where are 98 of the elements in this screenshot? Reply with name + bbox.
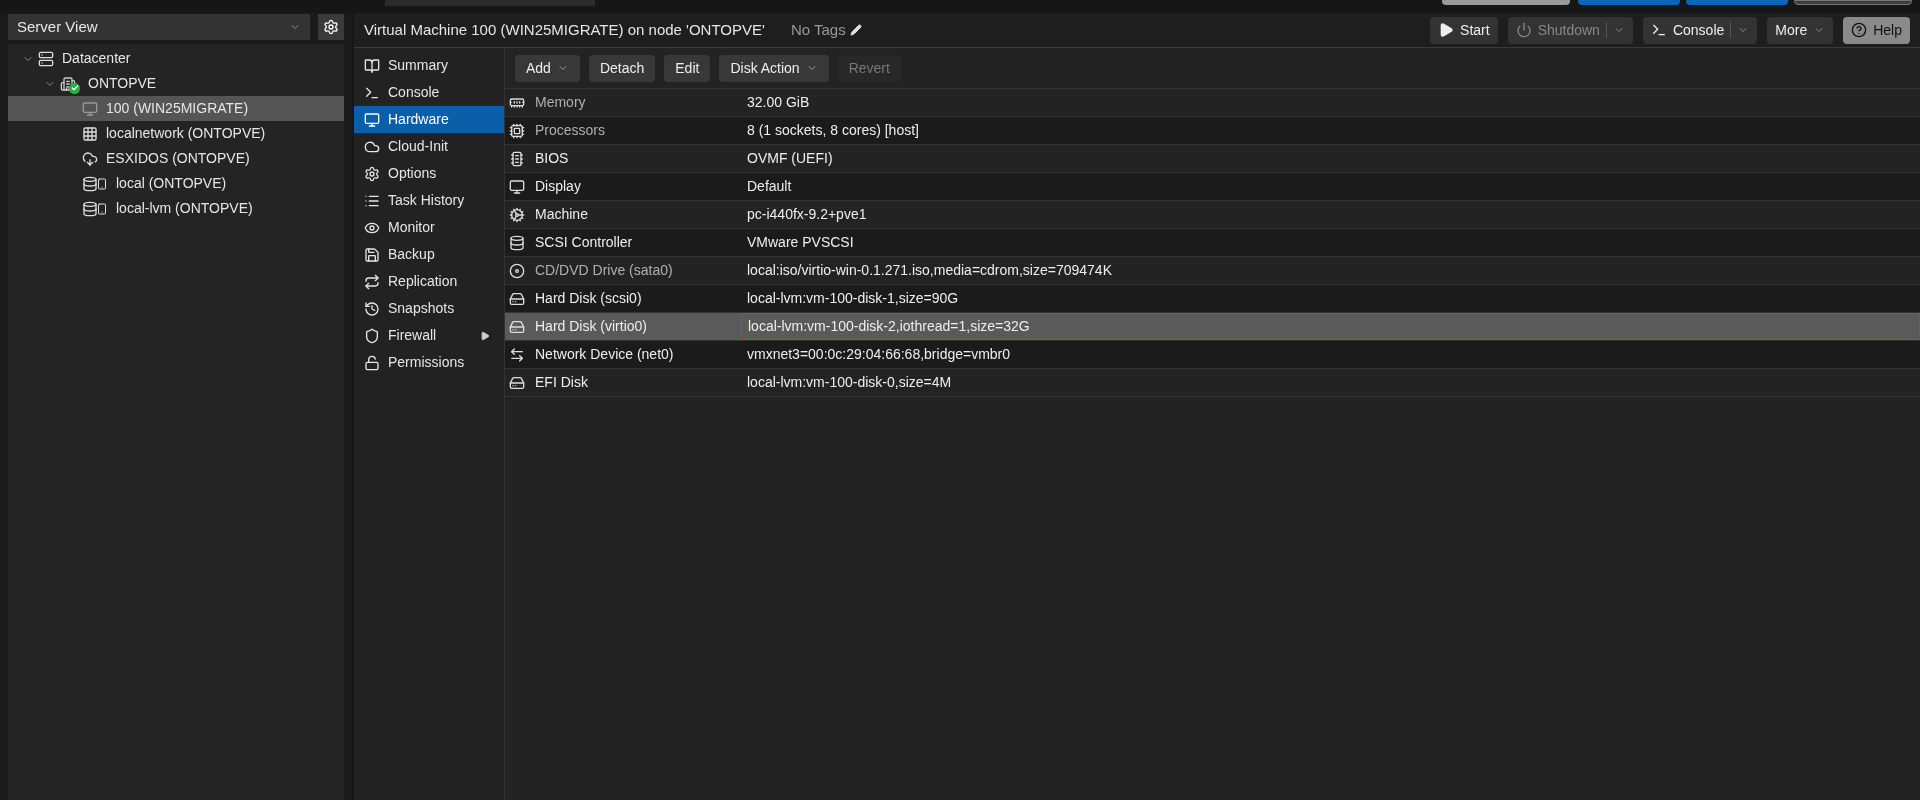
tree-item[interactable]: ONTOPVE [8,71,344,96]
table-cell: local-lvm:vm-100-disk-2,iothread=1,size=32G [741,313,1920,340]
table-cell-text: BIOS [535,149,569,168]
monitor-icon [82,100,98,117]
tree-label: 100 (WIN25MIGRATE) [106,99,249,118]
toolbar-button[interactable]: Edit [664,54,711,82]
toolbar-button[interactable]: Console [1642,16,1758,44]
chip-icon [509,150,525,167]
table-row[interactable]: SCSI Controller VMware PVSCSI [505,229,1920,257]
table-cell-text: Network Device (net0) [535,345,674,364]
nav-item[interactable]: Summary [354,52,504,79]
tree-label: ESXIDOS (ONTOPVE) [106,149,250,168]
nav-item[interactable]: Snapshots [354,295,504,322]
tree-label: local-lvm (ONTOPVE) [116,199,253,218]
tree-item[interactable]: Datacenter [8,46,344,71]
nav-item[interactable]: Hardware [354,106,504,133]
nav-item[interactable]: Replication [354,268,504,295]
power-icon [1515,22,1532,38]
history-icon [364,300,380,317]
nav-item[interactable]: Task History [354,187,504,214]
table-row[interactable]: Hard Disk (scsi0) local-lvm:vm-100-disk-1,size=90G [505,285,1920,313]
cogs-icon [509,206,525,223]
tree-item[interactable]: 100 (WIN25MIGRATE) [8,96,344,121]
tree-label: ONTOPVE [88,74,157,93]
table-cell-text: EFI Disk [535,373,588,392]
tree-label: local (ONTOPVE) [116,174,227,193]
monitor-icon [509,178,525,195]
window-title: Virtual Machine 100 (WIN25MIGRATE) on node 'ONTOPVE' [364,19,765,40]
tree-label: Datacenter [62,49,131,68]
table-row[interactable]: Network Device (net0) vmxnet3=00:0c:29:04:66:68,bridge=vmbr0 [505,341,1920,369]
header-tab[interactable] [1442,0,1570,5]
table-cell-text: 8 (1 sockets, 8 cores) [host] [746,121,920,140]
table-cell-text: Machine [535,205,588,224]
table-cell-text: VMware PVSCSI [746,233,855,252]
table-cell-text: Display [535,177,581,196]
repeat-icon [364,273,380,290]
table-cell-text: pc-i440fx-9.2+pve1 [746,205,868,224]
table-cell-text: OVMF (UEFI) [746,149,834,168]
toolbar-button[interactable]: More [1767,16,1834,44]
table-cell-text: Default [746,177,793,196]
tree-item[interactable]: ESXIDOS (ONTOPVE) [8,146,344,171]
grid-icon [82,125,98,142]
table-cell-text: Hard Disk (virtio0) [535,317,647,336]
toolbar-button[interactable]: Detach [588,54,656,82]
table-cell-text: SCSI Controller [535,233,633,252]
hard-drive-icon [509,290,525,307]
table-cell-text: 32.00 GiB [746,93,811,112]
server-icon [38,50,54,67]
table-cell-text: local-lvm:vm-100-disk-1,size=90G [746,289,960,308]
gear-icon [323,19,339,35]
gear-icon [364,165,380,182]
toolbar-button[interactable]: Disk Action [719,54,829,82]
tree-label: localnetwork (ONTOPVE) [106,124,266,143]
hard-drive-icon [509,318,525,335]
table-row[interactable]: Processors 8 (1 sockets, 8 cores) [host] [505,117,1920,145]
table-cell-text: vmxnet3=00:0c:29:04:66:68,bridge=vmbr0 [746,345,1012,364]
table-cell-text: local:iso/virtio-win-0.1.271.iso,media=cdrom,size=709474K [746,261,1113,280]
table-row[interactable]: Hard Disk (virtio0) local-lvm:vm-100-disk-2,iothread=1,size=32G [505,313,1920,341]
view-select[interactable]: Server View [8,14,310,40]
cloud-download-icon [82,150,98,167]
terminal-icon [1650,22,1667,38]
monitor-icon [364,111,380,128]
play-icon [1438,22,1455,38]
toolbar-button[interactable]: Start [1430,16,1498,44]
toolbar-button[interactable]: Help [1843,16,1910,44]
tags-label[interactable]: No Tags [790,18,862,42]
tree-item[interactable]: localnetwork (ONTOPVE) [8,121,344,146]
arrows-icon [509,346,525,363]
unlock-icon [364,354,380,371]
table-cell-text: Memory [535,93,586,112]
tree-item[interactable]: local (ONTOPVE) [8,171,344,196]
storage-icon [82,200,108,217]
nav-item[interactable]: Monitor [354,214,504,241]
table-row[interactable]: Display Default [505,173,1920,201]
tree-item[interactable]: local-lvm (ONTOPVE) [8,196,344,221]
cpu-icon [509,122,525,139]
settings-button[interactable] [318,14,344,40]
database-icon [509,234,525,251]
disc-icon [509,262,525,279]
nav-item[interactable]: Permissions [354,349,504,376]
help-icon [1851,22,1868,38]
storage-icon [82,175,108,192]
table-cell-text: Hard Disk (scsi0) [535,289,642,308]
table-cell-text: CD/DVD Drive (sata0) [535,261,673,280]
table-cell-text: local-lvm:vm-100-disk-0,size=4M [746,373,953,392]
nav-item[interactable]: Options [354,160,504,187]
header-tab[interactable] [1794,0,1912,5]
nav-item[interactable]: Backup [354,241,504,268]
toolbar-button[interactable]: Add [515,54,580,82]
pencil-icon [849,24,862,36]
table-cell-text: Processors [535,121,606,140]
floppy-icon [364,246,380,263]
nav-item[interactable]: Console [354,79,504,106]
nav-item[interactable]: Cloud-Init [354,133,504,160]
book-icon [364,57,380,74]
hard-drive-icon [509,374,525,391]
nav-item[interactable]: Firewall [354,322,504,349]
shield-icon [364,327,380,344]
